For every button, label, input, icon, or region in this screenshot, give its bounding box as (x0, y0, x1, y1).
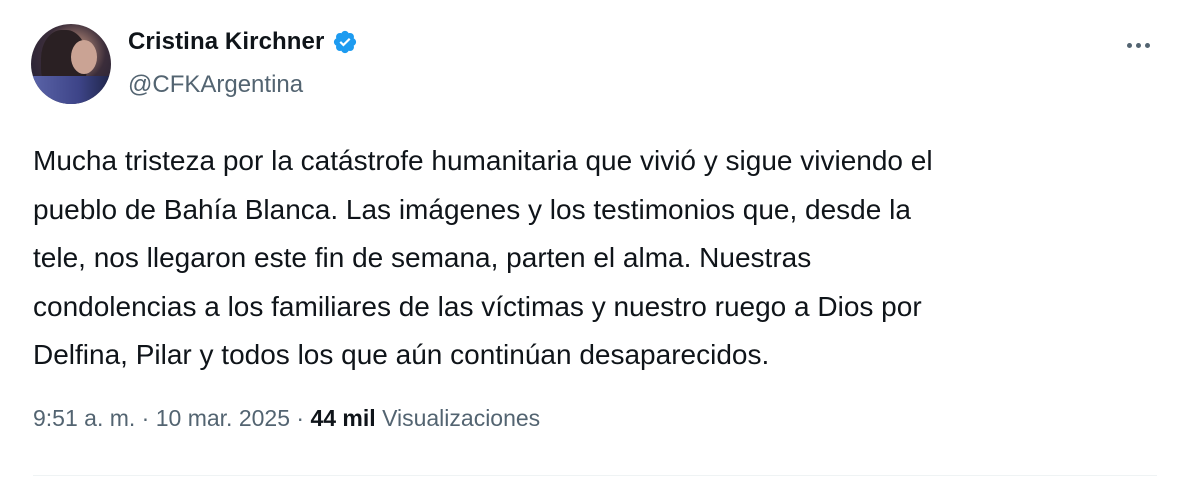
author-display-name[interactable]: Cristina Kirchner (128, 28, 324, 56)
author-handle[interactable]: @CFKArgentina (128, 71, 303, 99)
meta-separator: · (141, 405, 150, 431)
verified-badge-icon[interactable] (332, 29, 358, 55)
avatar-coat (31, 76, 111, 104)
avatar[interactable] (31, 24, 111, 104)
author-name-row: Cristina Kirchner (128, 28, 358, 56)
views-label: Visualizaciones (382, 405, 541, 431)
avatar-face (71, 40, 97, 74)
tweet-time[interactable]: 9:51 a. m. (33, 405, 135, 431)
tweet-meta: 9:51 a. m. · 10 mar. 2025 · 44 mil Visua… (33, 405, 540, 432)
dot (1126, 42, 1132, 48)
meta-separator: · (296, 405, 305, 431)
views-count: 44 mil (310, 405, 376, 431)
tweet-text: Mucha tristeza por la catástrofe humanit… (33, 145, 933, 370)
dot (1135, 42, 1141, 48)
divider (33, 475, 1157, 476)
tweet-card: Cristina Kirchner @CFKArgentina Mucha tr… (0, 0, 1200, 478)
tweet-date[interactable]: 10 mar. 2025 (156, 405, 290, 431)
more-options-icon[interactable] (1118, 34, 1158, 56)
dot (1144, 42, 1150, 48)
